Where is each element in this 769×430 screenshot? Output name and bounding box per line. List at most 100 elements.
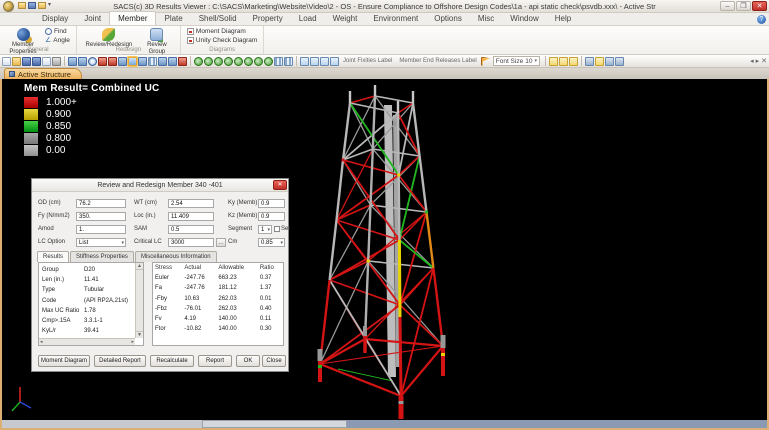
tab-miscellaneous-information[interactable]: Miscellaneous Information xyxy=(135,251,217,262)
scroll-right-icon[interactable]: ▸ xyxy=(131,339,134,345)
segment-select[interactable]: 1 xyxy=(258,225,272,234)
qat-dropdown-icon[interactable]: ▾ xyxy=(48,2,51,9)
open-icon[interactable] xyxy=(12,57,21,66)
menu-tab-load[interactable]: Load xyxy=(291,12,325,25)
undo-icon[interactable] xyxy=(158,57,167,66)
scrollbar-thumb[interactable] xyxy=(202,420,347,428)
loc-field[interactable]: 11.409 xyxy=(168,212,214,221)
view-rotate-icon-6[interactable] xyxy=(244,57,253,66)
fixity-toggle-icon[interactable] xyxy=(320,57,329,66)
view-rotate-icon-4[interactable] xyxy=(224,57,233,66)
paint-icon[interactable] xyxy=(605,57,614,66)
wt-field[interactable]: 2.54 xyxy=(168,199,214,208)
save-all-icon[interactable] xyxy=(32,57,41,66)
properties-vertical-scrollbar[interactable]: ▲ ▼ xyxy=(135,263,143,338)
menu-tab-shellsolid[interactable]: Shell/Solid xyxy=(191,12,245,25)
model-viewport[interactable]: Mem Result= Combined UC 1.000+ 0.900 0.8… xyxy=(0,79,769,420)
joint-label-toggle-icon[interactable] xyxy=(300,57,309,66)
horizontal-scrollbar[interactable] xyxy=(0,420,769,430)
next-tab-icon[interactable]: ▸ xyxy=(756,57,760,66)
save-icon[interactable] xyxy=(22,57,31,66)
dialog-title-bar[interactable]: Review and Redesign Member 340 -401 ✕ xyxy=(32,179,288,192)
rect-annotation-icon[interactable] xyxy=(569,57,578,66)
angle-measure-icon[interactable] xyxy=(595,57,604,66)
critical-lc-field[interactable]: 3000 xyxy=(168,238,214,247)
kz-field[interactable]: 0.9 xyxy=(258,212,285,221)
tab-results[interactable]: Results xyxy=(37,251,69,262)
tab-stiffness-properties[interactable]: Stiffness Properties xyxy=(70,251,134,262)
tab-active-structure[interactable]: Active Structure xyxy=(4,68,82,79)
report-button[interactable]: Report xyxy=(198,355,232,367)
line-annotation-icon[interactable] xyxy=(559,57,568,66)
help-icon[interactable]: ? xyxy=(757,15,766,24)
menu-tab-member[interactable]: Member xyxy=(109,11,156,25)
ok-button[interactable]: OK xyxy=(236,355,260,367)
menu-tab-environment[interactable]: Environment xyxy=(365,12,426,25)
close-button[interactable]: ✕ xyxy=(752,1,767,11)
redo-icon[interactable] xyxy=(168,57,177,66)
find-button[interactable]: Find xyxy=(45,28,70,35)
redo-view-icon[interactable] xyxy=(108,57,117,66)
rotate-orbit-icon[interactable] xyxy=(88,57,97,66)
menu-tab-plate[interactable]: Plate xyxy=(156,12,190,25)
scrollbar-track-right[interactable] xyxy=(347,420,767,428)
amod-field[interactable]: 1. xyxy=(76,225,126,234)
member-label-toggle-icon[interactable] xyxy=(310,57,319,66)
prev-tab-icon[interactable]: ◂ xyxy=(750,57,754,66)
dialog-close-icon[interactable]: ✕ xyxy=(273,180,287,190)
pick-member-icon[interactable] xyxy=(128,57,137,66)
menu-tab-display[interactable]: Display xyxy=(34,12,76,25)
scrollbar-track-left[interactable] xyxy=(2,420,202,428)
view-rotate-icon-1[interactable] xyxy=(194,57,203,66)
report-table-icon[interactable] xyxy=(284,57,293,66)
menu-tab-options[interactable]: Options xyxy=(426,12,470,25)
globe-icon[interactable] xyxy=(615,57,624,66)
scroll-up-icon[interactable]: ▲ xyxy=(136,263,143,270)
menu-tab-misc[interactable]: Misc xyxy=(470,12,502,25)
scroll-left-icon[interactable]: ◂ xyxy=(40,339,43,345)
lc-option-select[interactable]: List xyxy=(76,238,126,247)
open-file-icon[interactable] xyxy=(18,2,26,9)
undo-view-icon[interactable] xyxy=(98,57,107,66)
view-rotate-icon-5[interactable] xyxy=(234,57,243,66)
member-end-releases-label[interactable]: Member End Releases Label xyxy=(399,58,476,64)
font-size-dropdown-icon[interactable]: ▾ xyxy=(534,58,537,64)
unity-check-diagram-button[interactable]: Unity Check Diagram xyxy=(187,37,257,44)
menu-tab-window[interactable]: Window xyxy=(502,12,546,25)
menu-tab-property[interactable]: Property xyxy=(245,12,291,25)
new-file-icon[interactable] xyxy=(2,57,11,66)
select-mode-icon[interactable] xyxy=(68,57,77,66)
save-file-icon[interactable] xyxy=(28,2,36,9)
copy-view-icon[interactable] xyxy=(42,57,51,66)
set-checkbox[interactable] xyxy=(274,226,280,232)
properties-horizontal-scrollbar[interactable]: ◂ ▸ xyxy=(39,338,135,345)
fy-field[interactable]: 350. xyxy=(76,212,126,221)
ellipse-annotation-icon[interactable] xyxy=(549,57,558,66)
view-rotate-icon-2[interactable] xyxy=(204,57,213,66)
od-field[interactable]: 76.2 xyxy=(76,199,126,208)
moment-diagram-dialog-button[interactable]: Moment Diagram xyxy=(38,355,90,367)
menu-tab-weight[interactable]: Weight xyxy=(325,12,366,25)
view-rotate-icon-3[interactable] xyxy=(214,57,223,66)
sam-field[interactable]: 0.5 xyxy=(168,225,214,234)
moment-diagram-button[interactable]: Moment Diagram xyxy=(187,28,257,35)
flag-icon[interactable] xyxy=(481,57,490,66)
pan-icon[interactable] xyxy=(118,57,127,66)
recalculate-button[interactable]: Recalculate xyxy=(150,355,194,367)
release-toggle-icon[interactable] xyxy=(330,57,339,66)
snapshot-icon[interactable] xyxy=(178,57,187,66)
table-view-icon[interactable] xyxy=(274,57,283,66)
cm-select[interactable]: 0.85 xyxy=(258,238,285,247)
measure-icon[interactable] xyxy=(585,57,594,66)
structure-3d-view[interactable] xyxy=(298,79,528,420)
zoom-window-icon[interactable] xyxy=(78,57,87,66)
restore-button[interactable]: ❐ xyxy=(736,1,751,11)
view-rotate-icon-7[interactable] xyxy=(254,57,263,66)
critical-lc-browse-button[interactable]: ... xyxy=(216,238,226,247)
close-tab-icon[interactable]: ✕ xyxy=(761,57,767,66)
grid-view-icon[interactable] xyxy=(148,57,157,66)
view-rotate-icon-8[interactable] xyxy=(264,57,273,66)
ky-field[interactable]: 0.9 xyxy=(258,199,285,208)
close-dialog-button[interactable]: Close xyxy=(262,355,286,367)
print-icon[interactable] xyxy=(52,57,61,66)
